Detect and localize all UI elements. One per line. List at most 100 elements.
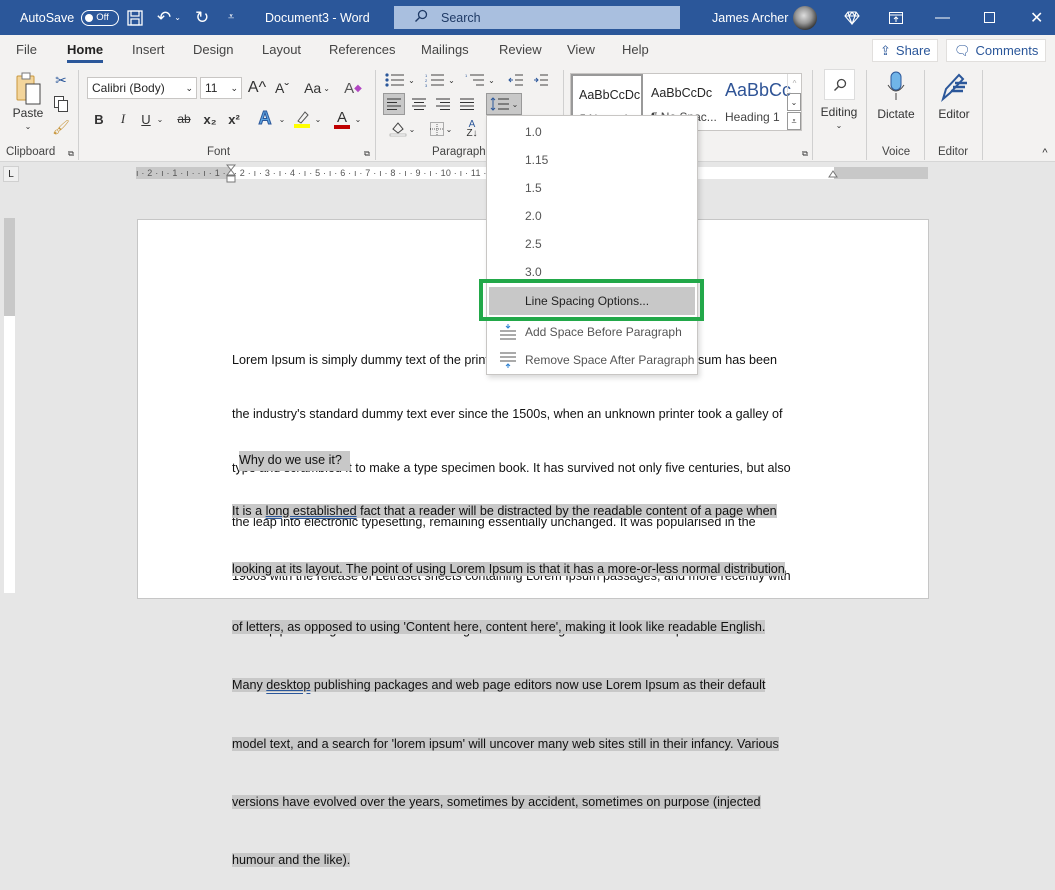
borders-button[interactable]: ⌄ — [424, 118, 458, 140]
paste-icon[interactable] — [12, 71, 46, 107]
paragraph-2[interactable]: It is a long established fact that a rea… — [232, 463, 785, 890]
line-spacing-option-2-5[interactable]: 2.5 — [487, 230, 697, 258]
font-size-select[interactable]: 11 ⌄ — [200, 77, 242, 99]
shading-button[interactable]: ⌄ — [385, 118, 419, 140]
text-span: Many — [232, 678, 267, 693]
styles-more-icon[interactable]: ⩡ — [787, 112, 801, 130]
customize-qat-icon[interactable]: ⩡ — [228, 0, 234, 35]
editing-button[interactable]: Editing — [816, 104, 862, 120]
styles-scroll-up-icon[interactable]: ^ — [787, 74, 801, 92]
autosave-toggle[interactable]: AutoSave Off — [20, 0, 120, 35]
chevron-down-icon[interactable]: ⌄ — [833, 120, 845, 130]
line-spacing-button[interactable]: ⌄ — [486, 93, 522, 115]
grow-font-button[interactable]: A^ — [247, 77, 267, 99]
save-icon[interactable] — [127, 0, 143, 35]
tab-view[interactable]: View — [567, 42, 595, 57]
style-heading-1[interactable]: AaBbCc Heading 1 — [719, 74, 791, 130]
close-icon[interactable]: ✕ — [1030, 0, 1043, 35]
tab-review[interactable]: Review — [499, 42, 542, 57]
tab-mailings[interactable]: Mailings — [421, 42, 469, 57]
tab-insert[interactable]: Insert — [132, 42, 165, 57]
add-space-before-item[interactable]: Add Space Before Paragraph — [487, 318, 697, 346]
cut-icon[interactable]: ✂ — [52, 71, 70, 89]
user-name[interactable]: James Archer — [712, 0, 788, 35]
increase-indent-icon[interactable] — [532, 71, 550, 89]
text-effects-icon[interactable]: A — [254, 107, 276, 129]
bullets-button[interactable]: ⌄ — [383, 71, 417, 89]
tab-references[interactable]: References — [329, 42, 395, 57]
style-preview: AaBbCcDc — [651, 86, 713, 100]
ribbon-display-options-icon[interactable] — [889, 0, 903, 35]
undo-icon[interactable]: ↶ ⌄ — [157, 0, 181, 35]
align-right-button[interactable] — [432, 93, 454, 115]
underline-button[interactable]: U — [138, 109, 154, 129]
remove-space-after-item[interactable]: Remove Space After Paragraph — [487, 346, 697, 374]
font-color-icon[interactable]: A — [332, 107, 352, 131]
format-painter-icon[interactable]: 🖌 — [52, 118, 70, 136]
avatar[interactable] — [793, 6, 817, 30]
tab-home[interactable]: Home — [67, 42, 104, 63]
paste-dropdown-icon[interactable]: ⌄ — [20, 121, 36, 131]
font-name-select[interactable]: Calibri (Body) ⌄ — [87, 77, 197, 99]
autosave-switch[interactable]: Off — [81, 9, 120, 26]
clear-formatting-icon[interactable]: A ◆ — [342, 77, 364, 99]
redo-icon[interactable]: ↻ — [195, 0, 209, 35]
italic-button[interactable]: I — [114, 109, 132, 129]
tab-layout[interactable]: Layout — [262, 42, 301, 57]
chevron-down-icon[interactable]: ⌄ — [313, 109, 323, 129]
diamond-icon[interactable] — [844, 0, 860, 35]
maximize-icon[interactable] — [984, 0, 995, 35]
subscript-button[interactable]: x₂ — [201, 109, 219, 129]
option-label: 2.0 — [525, 209, 542, 223]
search-box[interactable]: Search — [394, 6, 680, 29]
minimize-icon[interactable]: — — [935, 0, 950, 35]
justify-button[interactable] — [456, 93, 478, 115]
bold-button[interactable]: B — [90, 109, 108, 129]
proofing-underline[interactable]: long established — [266, 504, 357, 518]
multilevel-list-button[interactable]: 1 ⌄ — [463, 71, 497, 89]
numbering-button[interactable]: 1 2 3 ⌄ — [423, 71, 457, 89]
editor-icon[interactable] — [936, 70, 970, 104]
line-spacing-option-2-0[interactable]: 2.0 — [487, 202, 697, 230]
editor-button[interactable]: Editor — [932, 106, 976, 122]
underline-dropdown-icon[interactable]: ⌄ — [155, 109, 165, 129]
proofing-underline[interactable]: desktop — [266, 678, 310, 692]
indent-marker[interactable] — [225, 164, 237, 184]
tab-file[interactable]: File — [16, 42, 37, 57]
strikethrough-button[interactable]: ab — [174, 109, 194, 129]
paste-button[interactable]: Paste — [10, 105, 46, 121]
sort-icon[interactable]: A Z↓ — [463, 118, 481, 140]
line-spacing-option-1-15[interactable]: 1.15 — [487, 146, 697, 174]
styles-launcher-icon[interactable]: ⧉ — [800, 149, 810, 159]
dictate-button[interactable]: Dictate — [872, 106, 920, 122]
styles-scroll-down-icon[interactable]: ⌄ — [787, 93, 801, 111]
find-icon[interactable] — [824, 69, 855, 100]
highlight-color-icon[interactable] — [292, 107, 312, 131]
vertical-ruler[interactable] — [4, 218, 15, 593]
microphone-icon[interactable] — [884, 70, 908, 102]
line-spacing-option-1-0[interactable]: 1.0 — [487, 118, 697, 146]
decrease-indent-icon[interactable] — [507, 71, 525, 89]
shrink-font-button[interactable]: Aˇ — [272, 77, 292, 99]
chevron-down-icon[interactable]: ⌄ — [353, 109, 363, 129]
share-button[interactable]: ⇪ Share — [872, 39, 938, 62]
right-indent-marker[interactable] — [828, 166, 838, 178]
font-launcher-icon[interactable]: ⧉ — [362, 149, 372, 159]
chevron-down-icon[interactable]: ⌄ — [277, 109, 287, 129]
comments-button[interactable]: 🗨 Comments — [946, 39, 1046, 62]
copy-icon[interactable] — [52, 95, 70, 113]
option-label: 1.0 — [525, 125, 542, 139]
option-label: 3.0 — [525, 265, 542, 279]
autosave-state: Off — [96, 12, 109, 23]
tab-selector[interactable]: L — [3, 166, 19, 182]
align-center-button[interactable] — [408, 93, 430, 115]
superscript-button[interactable]: x² — [225, 109, 243, 129]
change-case-button[interactable]: Aa ⌄ — [302, 77, 332, 99]
line-spacing-option-1-5[interactable]: 1.5 — [487, 174, 697, 202]
align-left-button[interactable] — [383, 93, 405, 115]
separator — [78, 70, 79, 160]
tab-help[interactable]: Help — [622, 42, 649, 57]
clipboard-launcher-icon[interactable]: ⧉ — [66, 149, 76, 159]
collapse-ribbon-icon[interactable]: ^ — [1038, 147, 1052, 159]
tab-design[interactable]: Design — [193, 42, 233, 57]
